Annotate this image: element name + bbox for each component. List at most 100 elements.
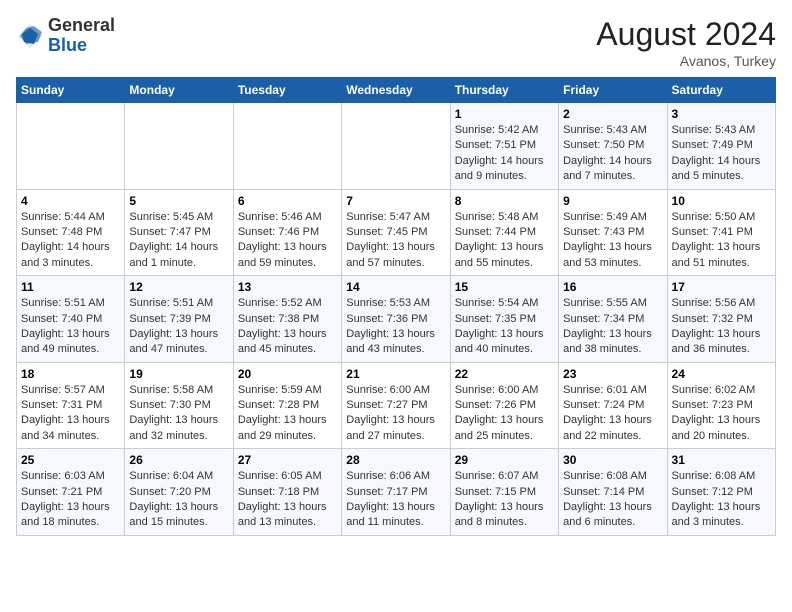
header-day-thursday: Thursday: [450, 78, 558, 103]
day-number: 20: [238, 367, 337, 381]
day-info: Sunrise: 5:45 AM Sunset: 7:47 PM Dayligh…: [129, 210, 228, 272]
day-info: Sunrise: 6:04 AM Sunset: 7:20 PM Dayligh…: [129, 469, 228, 531]
day-info: Sunrise: 5:59 AM Sunset: 7:28 PM Dayligh…: [238, 383, 337, 445]
day-number: 23: [563, 367, 662, 381]
logo-text: General Blue: [48, 16, 115, 56]
location-subtitle: Avanos, Turkey: [596, 53, 776, 69]
day-cell: [17, 103, 125, 190]
day-cell: [233, 103, 341, 190]
day-number: 28: [346, 453, 445, 467]
day-number: 21: [346, 367, 445, 381]
day-cell: 28 Sunrise: 6:06 AM Sunset: 7:17 PM Dayli…: [342, 449, 450, 536]
day-info: Sunrise: 6:08 AM Sunset: 7:14 PM Dayligh…: [563, 469, 662, 531]
day-info: Sunrise: 6:05 AM Sunset: 7:18 PM Dayligh…: [238, 469, 337, 531]
day-cell: 2 Sunrise: 5:43 AM Sunset: 7:50 PM Daylig…: [559, 103, 667, 190]
day-cell: 20 Sunrise: 5:59 AM Sunset: 7:28 PM Dayli…: [233, 362, 341, 449]
day-number: 8: [455, 194, 554, 208]
day-cell: 6Sunrise: 5:46 AM Sunset: 7:46 PM Daylig…: [233, 189, 341, 276]
day-cell: 5 Sunrise: 5:45 AM Sunset: 7:47 PM Daylig…: [125, 189, 233, 276]
day-number: 17: [672, 280, 771, 294]
day-number: 13: [238, 280, 337, 294]
day-number: 25: [21, 453, 120, 467]
day-info: Sunrise: 5:49 AM Sunset: 7:43 PM Dayligh…: [563, 210, 662, 272]
day-info: Sunrise: 5:58 AM Sunset: 7:30 PM Dayligh…: [129, 383, 228, 445]
day-cell: [125, 103, 233, 190]
day-cell: 12 Sunrise: 5:51 AM Sunset: 7:39 PM Dayli…: [125, 276, 233, 363]
day-cell: 13Sunrise: 5:52 AM Sunset: 7:38 PM Dayli…: [233, 276, 341, 363]
title-block: August 2024 Avanos, Turkey: [596, 16, 776, 69]
day-number: 10: [672, 194, 771, 208]
day-number: 5: [129, 194, 228, 208]
day-cell: 17 Sunrise: 5:56 AM Sunset: 7:32 PM Dayli…: [667, 276, 775, 363]
day-cell: 3 Sunrise: 5:43 AM Sunset: 7:49 PM Daylig…: [667, 103, 775, 190]
day-number: 27: [238, 453, 337, 467]
day-cell: 8 Sunrise: 5:48 AM Sunset: 7:44 PM Daylig…: [450, 189, 558, 276]
calendar-table: SundayMondayTuesdayWednesdayThursdayFrid…: [16, 77, 776, 536]
day-number: 22: [455, 367, 554, 381]
logo-icon: [16, 22, 44, 50]
day-cell: [342, 103, 450, 190]
day-info: Sunrise: 5:51 AM Sunset: 7:39 PM Dayligh…: [129, 296, 228, 358]
day-info: Sunrise: 5:47 AM Sunset: 7:45 PM Dayligh…: [346, 210, 445, 272]
day-info: Sunrise: 6:01 AM Sunset: 7:24 PM Dayligh…: [563, 383, 662, 445]
week-row-2: 4 Sunrise: 5:44 AM Sunset: 7:48 PM Daylig…: [17, 189, 776, 276]
day-number: 15: [455, 280, 554, 294]
header-row: SundayMondayTuesdayWednesdayThursdayFrid…: [17, 78, 776, 103]
day-info: Sunrise: 5:44 AM Sunset: 7:48 PM Dayligh…: [21, 210, 120, 272]
day-number: 3: [672, 107, 771, 121]
logo: General Blue: [16, 16, 115, 56]
day-info: Sunrise: 5:43 AM Sunset: 7:50 PM Dayligh…: [563, 123, 662, 185]
day-cell: 25 Sunrise: 6:03 AM Sunset: 7:21 PM Dayli…: [17, 449, 125, 536]
day-number: 19: [129, 367, 228, 381]
day-number: 29: [455, 453, 554, 467]
header-day-wednesday: Wednesday: [342, 78, 450, 103]
day-number: 9: [563, 194, 662, 208]
week-row-3: 11 Sunrise: 5:51 AM Sunset: 7:40 PM Dayli…: [17, 276, 776, 363]
day-cell: 11 Sunrise: 5:51 AM Sunset: 7:40 PM Dayli…: [17, 276, 125, 363]
day-number: 30: [563, 453, 662, 467]
header-day-monday: Monday: [125, 78, 233, 103]
day-info: Sunrise: 6:07 AM Sunset: 7:15 PM Dayligh…: [455, 469, 554, 531]
day-info: Sunrise: 5:55 AM Sunset: 7:34 PM Dayligh…: [563, 296, 662, 358]
day-cell: 15 Sunrise: 5:54 AM Sunset: 7:35 PM Dayli…: [450, 276, 558, 363]
day-number: 18: [21, 367, 120, 381]
day-info: Sunrise: 5:48 AM Sunset: 7:44 PM Dayligh…: [455, 210, 554, 272]
day-cell: 27 Sunrise: 6:05 AM Sunset: 7:18 PM Dayli…: [233, 449, 341, 536]
day-cell: 7Sunrise: 5:47 AM Sunset: 7:45 PM Daylig…: [342, 189, 450, 276]
day-cell: 9 Sunrise: 5:49 AM Sunset: 7:43 PM Daylig…: [559, 189, 667, 276]
day-info: Sunrise: 5:46 AM Sunset: 7:46 PM Dayligh…: [238, 210, 337, 272]
header-day-saturday: Saturday: [667, 78, 775, 103]
day-info: Sunrise: 5:53 AM Sunset: 7:36 PM Dayligh…: [346, 296, 445, 358]
day-info: Sunrise: 5:51 AM Sunset: 7:40 PM Dayligh…: [21, 296, 120, 358]
day-cell: 26 Sunrise: 6:04 AM Sunset: 7:20 PM Dayli…: [125, 449, 233, 536]
day-cell: 4 Sunrise: 5:44 AM Sunset: 7:48 PM Daylig…: [17, 189, 125, 276]
day-info: Sunrise: 5:54 AM Sunset: 7:35 PM Dayligh…: [455, 296, 554, 358]
day-cell: 29 Sunrise: 6:07 AM Sunset: 7:15 PM Dayli…: [450, 449, 558, 536]
day-cell: 16 Sunrise: 5:55 AM Sunset: 7:34 PM Dayli…: [559, 276, 667, 363]
day-info: Sunrise: 5:56 AM Sunset: 7:32 PM Dayligh…: [672, 296, 771, 358]
day-info: Sunrise: 6:08 AM Sunset: 7:12 PM Dayligh…: [672, 469, 771, 531]
day-number: 16: [563, 280, 662, 294]
day-info: Sunrise: 6:00 AM Sunset: 7:26 PM Dayligh…: [455, 383, 554, 445]
header-day-tuesday: Tuesday: [233, 78, 341, 103]
day-info: Sunrise: 6:06 AM Sunset: 7:17 PM Dayligh…: [346, 469, 445, 531]
day-info: Sunrise: 6:02 AM Sunset: 7:23 PM Dayligh…: [672, 383, 771, 445]
header-day-friday: Friday: [559, 78, 667, 103]
day-number: 4: [21, 194, 120, 208]
day-info: Sunrise: 5:50 AM Sunset: 7:41 PM Dayligh…: [672, 210, 771, 272]
day-number: 24: [672, 367, 771, 381]
day-number: 14: [346, 280, 445, 294]
calendar-body: 1Sunrise: 5:42 AM Sunset: 7:51 PM Daylig…: [17, 103, 776, 536]
day-cell: 23 Sunrise: 6:01 AM Sunset: 7:24 PM Dayli…: [559, 362, 667, 449]
day-info: Sunrise: 6:03 AM Sunset: 7:21 PM Dayligh…: [21, 469, 120, 531]
day-number: 11: [21, 280, 120, 294]
header-day-sunday: Sunday: [17, 78, 125, 103]
day-cell: 22 Sunrise: 6:00 AM Sunset: 7:26 PM Dayli…: [450, 362, 558, 449]
week-row-1: 1Sunrise: 5:42 AM Sunset: 7:51 PM Daylig…: [17, 103, 776, 190]
day-info: Sunrise: 6:00 AM Sunset: 7:27 PM Dayligh…: [346, 383, 445, 445]
day-number: 26: [129, 453, 228, 467]
day-info: Sunrise: 5:43 AM Sunset: 7:49 PM Dayligh…: [672, 123, 771, 185]
day-cell: 18Sunrise: 5:57 AM Sunset: 7:31 PM Dayli…: [17, 362, 125, 449]
day-number: 12: [129, 280, 228, 294]
day-number: 2: [563, 107, 662, 121]
